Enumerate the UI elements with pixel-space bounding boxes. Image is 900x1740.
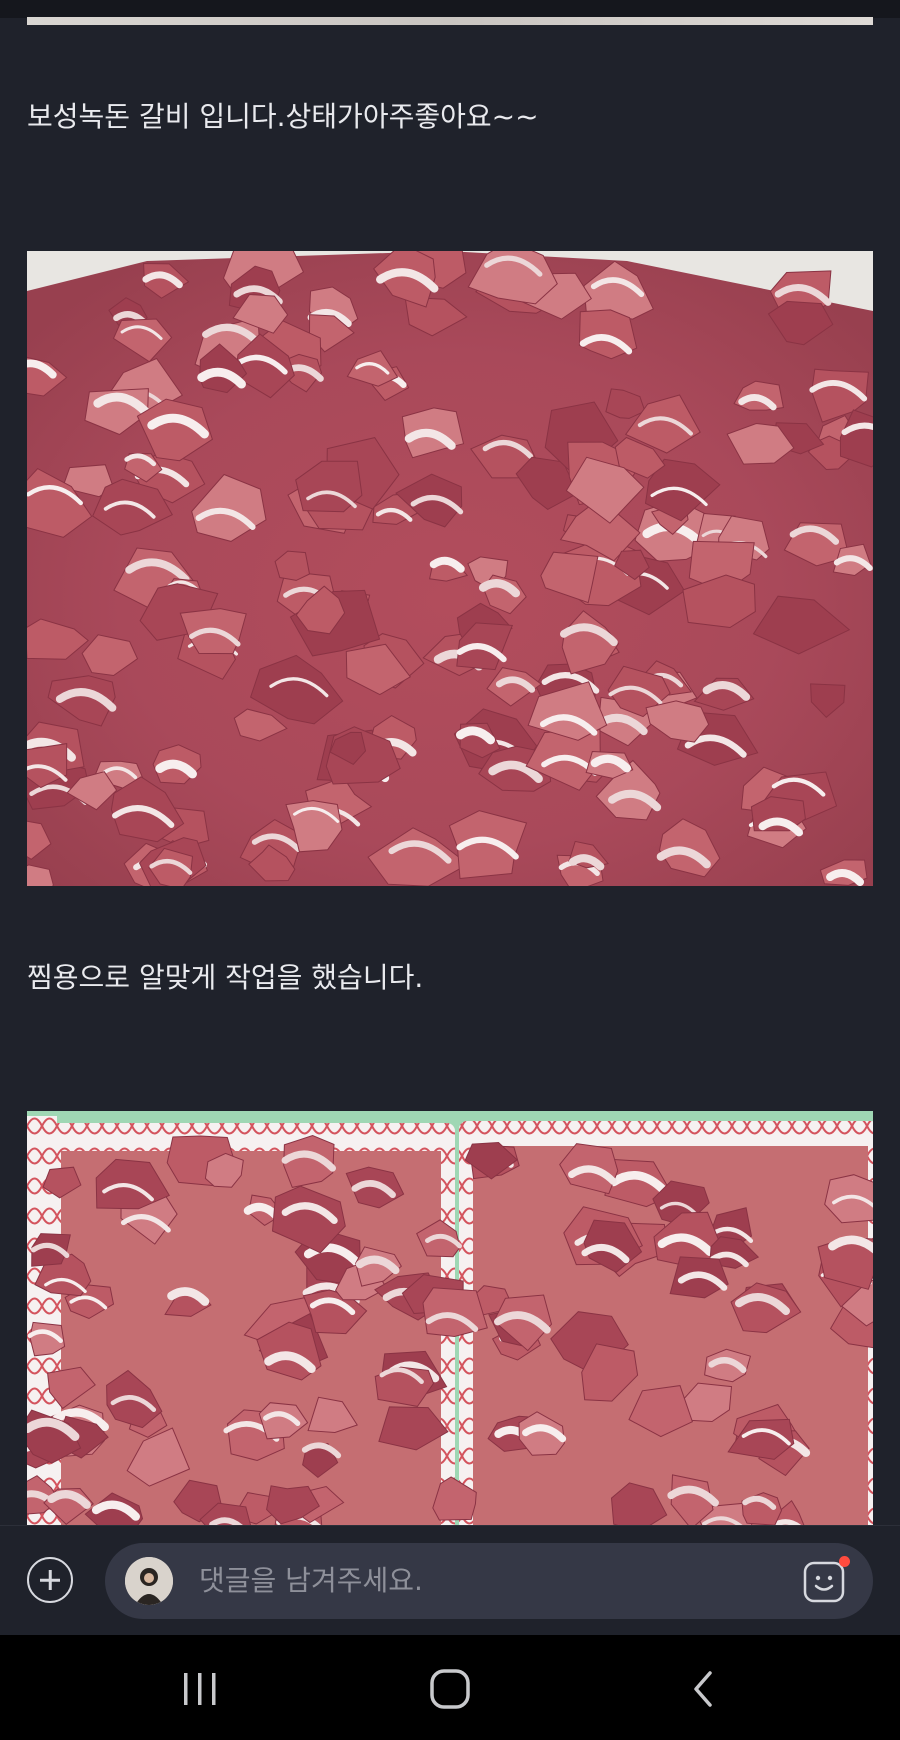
comment-bar	[0, 1525, 900, 1636]
post-paragraph-2: 찜용으로 알맞게 작업을 했습니다.	[27, 961, 424, 994]
plus-circle-icon[interactable]	[27, 1557, 73, 1603]
pork-ribs-trays-image	[27, 1111, 873, 1525]
photo-pork-ribs-pile[interactable]	[27, 251, 873, 886]
post-paragraph-1: 보성녹돈 갈비 입니다.상태가아주좋아요~~	[27, 100, 539, 133]
comment-input[interactable]	[199, 1561, 759, 1601]
user-avatar[interactable]	[125, 1557, 173, 1605]
post-view: 보성녹돈 갈비 입니다.상태가아주좋아요~~ 찜용으로 알맞게 작업을 했습니다…	[0, 0, 900, 1740]
recent-apps-icon[interactable]	[170, 1665, 230, 1713]
notification-dot	[839, 1556, 850, 1567]
back-icon[interactable]	[673, 1665, 733, 1713]
system-nav-bar	[0, 1635, 900, 1740]
photo-pork-ribs-trays[interactable]	[27, 1111, 873, 1525]
previous-photo-edge	[27, 17, 873, 25]
home-icon[interactable]	[420, 1665, 480, 1713]
smiley-face-icon[interactable]	[803, 1556, 850, 1603]
comment-box[interactable]	[105, 1543, 873, 1619]
pork-ribs-pile-image	[27, 251, 873, 886]
top-bar	[0, 0, 900, 18]
